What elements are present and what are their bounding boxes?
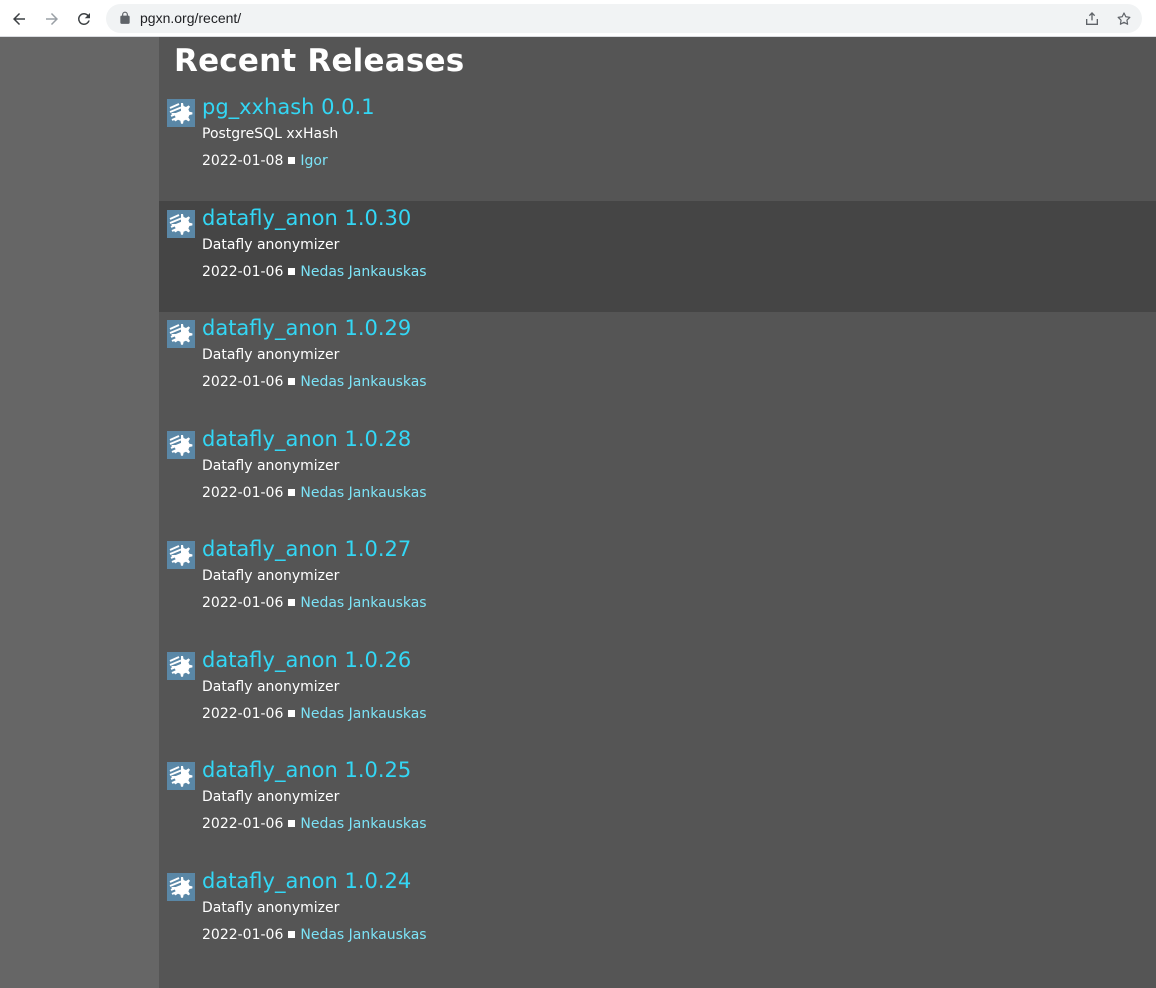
release-item: pg_xxhash 0.0.1 PostgreSQL xxHash 2022-0… bbox=[159, 90, 1156, 201]
release-meta: 2022-01-06 Nedas Jankauskas bbox=[202, 374, 427, 390]
release-date: 2022-01-06 bbox=[202, 374, 284, 390]
release-date: 2022-01-06 bbox=[202, 927, 284, 943]
release-author-link[interactable]: Nedas Jankauskas bbox=[300, 485, 426, 501]
release-name-link[interactable]: datafly_anon 1.0.24 bbox=[202, 869, 411, 893]
forward-button[interactable] bbox=[39, 6, 65, 32]
distribution-gear-icon bbox=[167, 652, 195, 680]
release-item: datafly_anon 1.0.27 Datafly anonymizer 2… bbox=[159, 532, 1156, 643]
left-sidebar bbox=[0, 37, 159, 988]
separator-square-icon bbox=[288, 931, 296, 938]
release-meta: 2022-01-06 Nedas Jankauskas bbox=[202, 816, 427, 832]
release-date: 2022-01-06 bbox=[202, 706, 284, 722]
release-author-link[interactable]: Nedas Jankauskas bbox=[300, 816, 426, 832]
release-abstract: Datafly anonymizer bbox=[202, 237, 340, 253]
back-button[interactable] bbox=[6, 6, 32, 32]
release-date: 2022-01-06 bbox=[202, 485, 284, 501]
release-author-link[interactable]: Nedas Jankauskas bbox=[300, 264, 426, 280]
release-author-link[interactable]: Igor bbox=[300, 153, 327, 169]
separator-square-icon bbox=[288, 378, 296, 385]
release-item: datafly_anon 1.0.28 Datafly anonymizer 2… bbox=[159, 422, 1156, 533]
distribution-gear-icon bbox=[167, 762, 195, 790]
distribution-gear-icon bbox=[167, 541, 195, 569]
browser-toolbar: pgxn.org/recent/ bbox=[0, 0, 1156, 37]
release-meta: 2022-01-06 Nedas Jankauskas bbox=[202, 927, 427, 943]
release-date: 2022-01-06 bbox=[202, 264, 284, 280]
release-name-link[interactable]: pg_xxhash 0.0.1 bbox=[202, 95, 375, 119]
release-abstract: Datafly anonymizer bbox=[202, 347, 340, 363]
separator-square-icon bbox=[288, 489, 296, 496]
share-button[interactable] bbox=[1082, 9, 1102, 29]
share-icon bbox=[1086, 12, 1098, 25]
release-item: datafly_anon 1.0.24 Datafly anonymizer 2… bbox=[159, 864, 1156, 975]
release-author-link[interactable]: Nedas Jankauskas bbox=[300, 374, 426, 390]
release-meta: 2022-01-06 Nedas Jankauskas bbox=[202, 485, 427, 501]
page-title: Recent Releases bbox=[174, 43, 465, 79]
release-meta: 2022-01-06 Nedas Jankauskas bbox=[202, 706, 427, 722]
distribution-gear-icon bbox=[167, 99, 195, 127]
release-item: datafly_anon 1.0.30 Datafly anonymizer 2… bbox=[159, 201, 1156, 312]
separator-square-icon bbox=[288, 599, 296, 606]
main-content: Recent Releases pg_xxhash 0.0.1 PostgreS… bbox=[159, 37, 1156, 988]
reload-button[interactable] bbox=[71, 6, 97, 32]
bookmark-button[interactable] bbox=[1114, 9, 1134, 29]
release-item: datafly_anon 1.0.29 Datafly anonymizer 2… bbox=[159, 311, 1156, 422]
release-name-link[interactable]: datafly_anon 1.0.27 bbox=[202, 537, 411, 561]
release-author-link[interactable]: Nedas Jankauskas bbox=[300, 706, 426, 722]
release-abstract: Datafly anonymizer bbox=[202, 679, 340, 695]
separator-square-icon bbox=[288, 710, 296, 717]
release-author-link[interactable]: Nedas Jankauskas bbox=[300, 927, 426, 943]
release-date: 2022-01-08 bbox=[202, 153, 284, 169]
release-item: datafly_anon 1.0.25 Datafly anonymizer 2… bbox=[159, 753, 1156, 864]
release-name-link[interactable]: datafly_anon 1.0.25 bbox=[202, 758, 411, 782]
release-author-link[interactable]: Nedas Jankauskas bbox=[300, 595, 426, 611]
address-bar[interactable]: pgxn.org/recent/ bbox=[106, 4, 1142, 33]
release-meta: 2022-01-06 Nedas Jankauskas bbox=[202, 264, 427, 280]
url-text[interactable]: pgxn.org/recent/ bbox=[140, 10, 241, 26]
separator-square-icon bbox=[288, 820, 296, 827]
release-date: 2022-01-06 bbox=[202, 816, 284, 832]
star-icon bbox=[1117, 12, 1131, 25]
distribution-gear-icon bbox=[167, 873, 195, 901]
release-date: 2022-01-06 bbox=[202, 595, 284, 611]
distribution-gear-icon bbox=[167, 320, 195, 348]
release-abstract: Datafly anonymizer bbox=[202, 458, 340, 474]
release-name-link[interactable]: datafly_anon 1.0.26 bbox=[202, 648, 411, 672]
separator-square-icon bbox=[288, 268, 296, 275]
release-name-link[interactable]: datafly_anon 1.0.28 bbox=[202, 427, 411, 451]
release-item: datafly_anon 1.0.26 Datafly anonymizer 2… bbox=[159, 643, 1156, 754]
release-name-link[interactable]: datafly_anon 1.0.30 bbox=[202, 206, 411, 230]
release-abstract: Datafly anonymizer bbox=[202, 789, 340, 805]
release-abstract: Datafly anonymizer bbox=[202, 900, 340, 916]
separator-square-icon bbox=[288, 157, 296, 164]
release-meta: 2022-01-06 Nedas Jankauskas bbox=[202, 595, 427, 611]
release-abstract: Datafly anonymizer bbox=[202, 568, 340, 584]
release-meta: 2022-01-08 Igor bbox=[202, 153, 328, 169]
distribution-gear-icon bbox=[167, 210, 195, 238]
arrow-left-icon bbox=[13, 13, 25, 25]
lock-icon[interactable] bbox=[118, 11, 132, 25]
arrow-right-icon bbox=[46, 13, 58, 25]
release-abstract: PostgreSQL xxHash bbox=[202, 126, 339, 142]
release-name-link[interactable]: datafly_anon 1.0.29 bbox=[202, 316, 411, 340]
reload-icon bbox=[77, 12, 90, 25]
distribution-gear-icon bbox=[167, 431, 195, 459]
